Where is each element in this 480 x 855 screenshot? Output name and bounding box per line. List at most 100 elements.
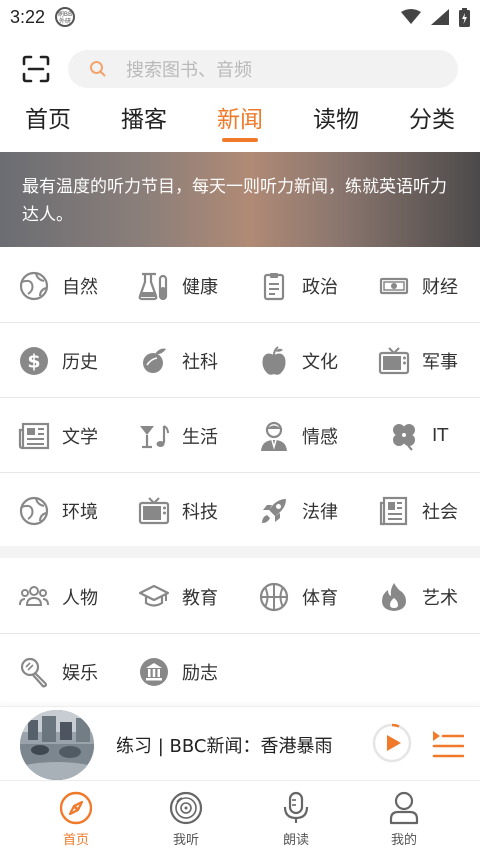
category-label: 人物: [62, 587, 98, 609]
category-finance[interactable]: 财经: [378, 248, 480, 323]
person-icon: [258, 420, 290, 452]
category-label: 军事: [422, 351, 458, 373]
tab-news[interactable]: 新闻: [200, 100, 280, 134]
newspaper-icon: [18, 420, 50, 452]
category-label: 文学: [62, 426, 98, 448]
flask-icon: [138, 270, 170, 302]
people-icon: [18, 581, 50, 613]
search-header: 搜索图书、音频: [0, 49, 480, 89]
news-banner[interactable]: 最有温度的听力节目，每天一则听力新闻，练就英语听力达人。: [0, 152, 480, 247]
category-row: 人物 教育 体育 艺术: [0, 559, 480, 634]
document-icon: [378, 495, 410, 527]
category-people[interactable]: 人物: [18, 559, 138, 634]
tab-home[interactable]: 首页: [8, 100, 88, 134]
tv-icon: [138, 495, 170, 527]
search-icon: [90, 61, 106, 77]
category-label: 教育: [182, 587, 218, 609]
category-politics[interactable]: 政治: [258, 248, 378, 323]
bottom-navigation: 首页 我听 朗读 我的: [0, 780, 480, 855]
tv-icon: [378, 345, 410, 377]
playlist-icon[interactable]: [432, 729, 464, 759]
play-icon[interactable]: [372, 723, 412, 763]
player-cover-image[interactable]: [20, 710, 94, 780]
nav-home[interactable]: 首页: [36, 781, 116, 855]
nav-label: 首页: [62, 833, 89, 848]
category-label: 科技: [182, 501, 218, 523]
category-health[interactable]: 健康: [138, 248, 258, 323]
category-row: $ 历史 社科 文化 军事: [0, 323, 480, 398]
category-row: 娱乐 励志: [0, 634, 480, 709]
wifi-icon: [401, 9, 421, 24]
category-literature[interactable]: 文学: [18, 398, 138, 473]
category-label: 社科: [182, 351, 218, 373]
category-label: 社会: [422, 501, 458, 523]
battery-icon: [459, 7, 470, 27]
nav-label: 朗读: [282, 833, 309, 848]
category-society[interactable]: 社会: [378, 473, 480, 548]
nav-profile[interactable]: 我的: [364, 781, 444, 855]
category-sports[interactable]: 体育: [258, 559, 378, 634]
compass-icon: [59, 791, 93, 825]
category-nature[interactable]: 自然: [18, 248, 138, 323]
category-art[interactable]: 艺术: [378, 559, 480, 634]
category-social-science[interactable]: 社科: [138, 323, 258, 398]
cocktail-music-icon: [138, 420, 170, 452]
category-culture[interactable]: 文化: [258, 323, 378, 398]
category-education[interactable]: 教育: [138, 559, 258, 634]
money-icon: [378, 270, 410, 302]
category-label: 艺术: [422, 587, 458, 609]
search-input[interactable]: 搜索图书、音频: [68, 50, 458, 88]
basketball-icon: [258, 581, 290, 613]
bank-icon: [138, 656, 170, 688]
clipboard-icon: [258, 270, 290, 302]
status-bar: 3:22 刷BB 外研: [0, 0, 480, 34]
svg-text:$: $: [27, 350, 40, 372]
category-row: 自然 健康 政治 财经: [0, 248, 480, 323]
category-label: 体育: [302, 587, 338, 609]
category-label: IT: [432, 425, 449, 446]
category-history[interactable]: $ 历史: [18, 323, 138, 398]
tab-category[interactable]: 分类: [392, 100, 472, 134]
microphone-icon: [279, 791, 313, 825]
mini-player: 练习 | BBC新闻：香港暴雨: [0, 706, 480, 780]
app-badge-text: 刷BB 外研: [57, 10, 73, 25]
clover-icon: [388, 420, 420, 452]
category-it[interactable]: IT: [388, 398, 480, 473]
microphone-icon: [18, 656, 50, 688]
category-life[interactable]: 生活: [138, 398, 258, 473]
category-technology[interactable]: 科技: [138, 473, 258, 548]
category-emotion[interactable]: 情感: [258, 398, 378, 473]
category-label: 政治: [302, 276, 338, 298]
graduation-cap-icon: [138, 581, 170, 613]
category-label: 生活: [182, 426, 218, 448]
scan-icon[interactable]: [22, 55, 50, 83]
user-icon: [387, 791, 421, 825]
category-inspiration[interactable]: 励志: [138, 634, 258, 709]
nav-label: 我听: [172, 833, 199, 848]
category-label: 娱乐: [62, 662, 98, 684]
status-time: 3:22: [10, 6, 46, 27]
nav-read-aloud[interactable]: 朗读: [256, 781, 336, 855]
category-entertainment[interactable]: 娱乐: [18, 634, 138, 709]
category-label: 环境: [62, 501, 98, 523]
section-divider: [0, 546, 480, 558]
category-label: 情感: [302, 426, 338, 448]
vinyl-icon: [169, 791, 203, 825]
category-label: 自然: [62, 276, 98, 298]
category-label: 健康: [182, 276, 218, 298]
category-grid-more: 人物 教育 体育 艺术 娱乐 励志: [0, 559, 480, 709]
category-environment[interactable]: 环境: [18, 473, 138, 548]
category-label: 法律: [302, 501, 338, 523]
active-tab-indicator: [222, 138, 258, 142]
category-label: 文化: [302, 351, 338, 373]
tab-reading[interactable]: 读物: [296, 100, 376, 134]
category-military[interactable]: 军事: [378, 323, 480, 398]
player-track-title[interactable]: 练习 | BBC新闻：香港暴雨: [116, 732, 332, 758]
tab-podcast[interactable]: 播客: [104, 100, 184, 134]
nav-listen[interactable]: 我听: [146, 781, 226, 855]
banner-text: 最有温度的听力节目，每天一则听力新闻，练就英语听力达人。: [22, 177, 447, 225]
apple-icon: [258, 345, 290, 377]
globe-icon: [18, 495, 50, 527]
status-icons: [401, 7, 470, 27]
category-law[interactable]: 法律: [258, 473, 378, 548]
